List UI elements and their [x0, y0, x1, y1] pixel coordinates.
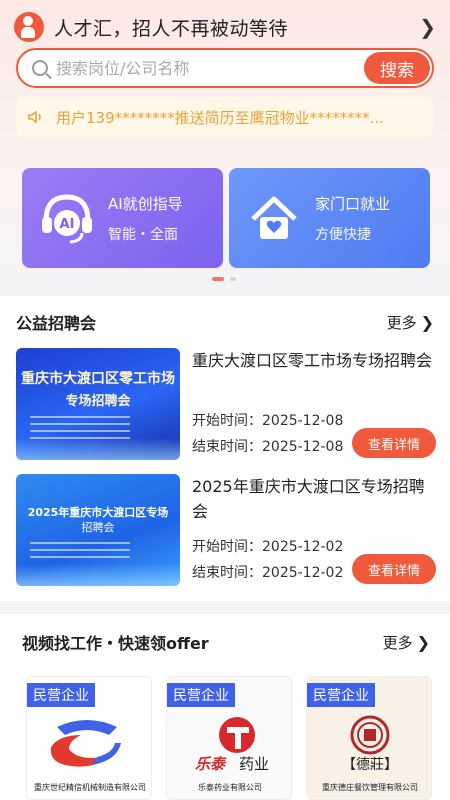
search-bar: 搜索 — [16, 48, 434, 88]
poster-skyline — [16, 564, 180, 586]
end-label: 结束时间： — [192, 565, 262, 581]
end-label: 结束时间： — [192, 439, 262, 455]
ai-headset-icon: AI — [42, 194, 92, 244]
start-date: 2025-12-02 — [262, 539, 344, 555]
speaker-icon — [28, 110, 41, 124]
poster-subtitle: 专场招聘会 — [65, 394, 131, 409]
search-icon — [32, 60, 48, 76]
card-title: AI就创指导 — [108, 194, 183, 213]
app-logo-icon — [14, 12, 44, 42]
search-button[interactable]: 搜索 — [364, 52, 430, 84]
start-label: 开始时间： — [192, 539, 262, 555]
ai-guidance-card[interactable]: AI AI就创指导 智能・全面 — [22, 168, 223, 268]
job-fair-section: 公益招聘会 更多 ❯ 重庆市大渡口区零工市场 专场招聘会 重庆大渡口区零工市场专… — [0, 296, 450, 601]
svg-text:【德莊】: 【德莊】 — [342, 757, 398, 773]
notice-text: 用户139********推送简历至鹰冠物业********... — [56, 108, 384, 127]
svg-text:乐泰: 乐泰 — [195, 755, 227, 773]
card-subtitle: 智能・全面 — [108, 226, 178, 243]
video-job-card[interactable]: 民营企业 重庆世纪精信机械制造有限公司 — [26, 676, 152, 800]
carousel-dot[interactable] — [230, 277, 236, 281]
more-link[interactable]: 更多 ❯ — [383, 632, 430, 653]
company-logo: 【德莊】 — [342, 715, 398, 773]
app-header: 人才汇，招人不再被动等待 ❯ — [14, 10, 436, 44]
chevron-right-icon: ❯ — [416, 632, 430, 652]
notice-bar[interactable]: 用户139********推送简历至鹰冠物业********... — [16, 97, 434, 137]
poster-title: 重庆市大渡口区零工市场 — [21, 371, 175, 387]
chevron-right-icon[interactable]: ❯ — [419, 15, 436, 39]
start-date: 2025-12-08 — [262, 413, 344, 429]
nearby-jobs-card[interactable]: 家门口就业 方便快捷 — [229, 168, 430, 268]
carousel-dot-active[interactable] — [212, 277, 224, 281]
poster-skyline — [16, 438, 180, 460]
job-fair-end: 结束时间：2025-12-02 — [192, 562, 343, 582]
end-date: 2025-12-02 — [262, 565, 344, 581]
job-fair-poster: 重庆市大渡口区零工市场 专场招聘会 — [16, 348, 180, 460]
company-logo — [50, 720, 121, 767]
poster-title: 2025年重庆市大渡口区专场 — [27, 506, 169, 519]
card-subtitle: 方便快捷 — [315, 226, 371, 243]
poster-text-lines — [30, 542, 130, 563]
section-title: 视频找工作・快速领offer — [22, 634, 209, 653]
search-input[interactable] — [56, 58, 364, 78]
card-title: 家门口就业 — [315, 194, 391, 213]
chevron-right-icon: ❯ — [420, 312, 434, 332]
more-label: 更多 — [386, 313, 417, 332]
job-fair-end: 结束时间：2025-12-08 — [192, 436, 343, 456]
section-title: 公益招聘会 — [16, 314, 97, 333]
company-name: 重庆德庄餐饮管理有限公司 — [322, 783, 418, 792]
home-icon — [251, 196, 297, 239]
company-name: 乐泰药业有限公司 — [198, 783, 262, 792]
video-job-card[interactable]: 民营企业 乐泰 药业 乐泰药业有限公司 — [166, 676, 292, 800]
job-fair-start: 开始时间：2025-12-08 — [192, 410, 343, 430]
company-type-badge: 民营企业 — [27, 683, 95, 707]
view-details-button[interactable]: 查看详情 — [352, 554, 436, 584]
view-details-button[interactable]: 查看详情 — [352, 428, 436, 458]
svg-text:药业: 药业 — [239, 755, 269, 773]
more-label: 更多 — [382, 633, 413, 652]
more-link[interactable]: 更多 ❯ — [387, 312, 434, 333]
job-fair-title: 重庆大渡口区零工市场专场招聘会 — [192, 351, 433, 370]
video-jobs-section: 视频找工作・快速领offer 更多 ❯ 民营企业 重庆世纪精信机械制造有限公司 … — [0, 614, 450, 800]
job-fair-item[interactable]: 2025年重庆市大渡口区专场 招聘会 2025年重庆市大渡口区专场招聘会 开始时… — [16, 474, 436, 586]
svg-text:AI: AI — [60, 217, 75, 232]
company-name: 重庆世纪精信机械制造有限公司 — [34, 783, 146, 792]
end-date: 2025-12-08 — [262, 439, 344, 455]
quick-cards: AI AI就创指导 智能・全面 家门口就业 方便快捷 — [22, 168, 430, 268]
carousel-indicator — [212, 277, 236, 281]
header-slogan[interactable]: 人才汇，招人不再被动等待 — [54, 14, 419, 41]
video-job-card[interactable]: 民营企业 【德莊】 重庆德庄餐饮管理有限公司 — [306, 676, 432, 800]
company-type-badge: 民营企业 — [307, 683, 375, 707]
company-logo: 乐泰 药业 — [195, 717, 269, 773]
poster-subtitle: 招聘会 — [81, 521, 115, 534]
job-fair-poster: 2025年重庆市大渡口区专场 招聘会 — [16, 474, 180, 586]
job-fair-start: 开始时间：2025-12-02 — [192, 536, 343, 556]
job-fair-title: 2025年重庆市大渡口区专场招聘会 — [192, 477, 425, 521]
start-label: 开始时间： — [192, 413, 262, 429]
job-fair-item[interactable]: 重庆市大渡口区零工市场 专场招聘会 重庆大渡口区零工市场专场招聘会 开始时间：2… — [16, 348, 436, 460]
company-type-badge: 民营企业 — [167, 683, 235, 707]
